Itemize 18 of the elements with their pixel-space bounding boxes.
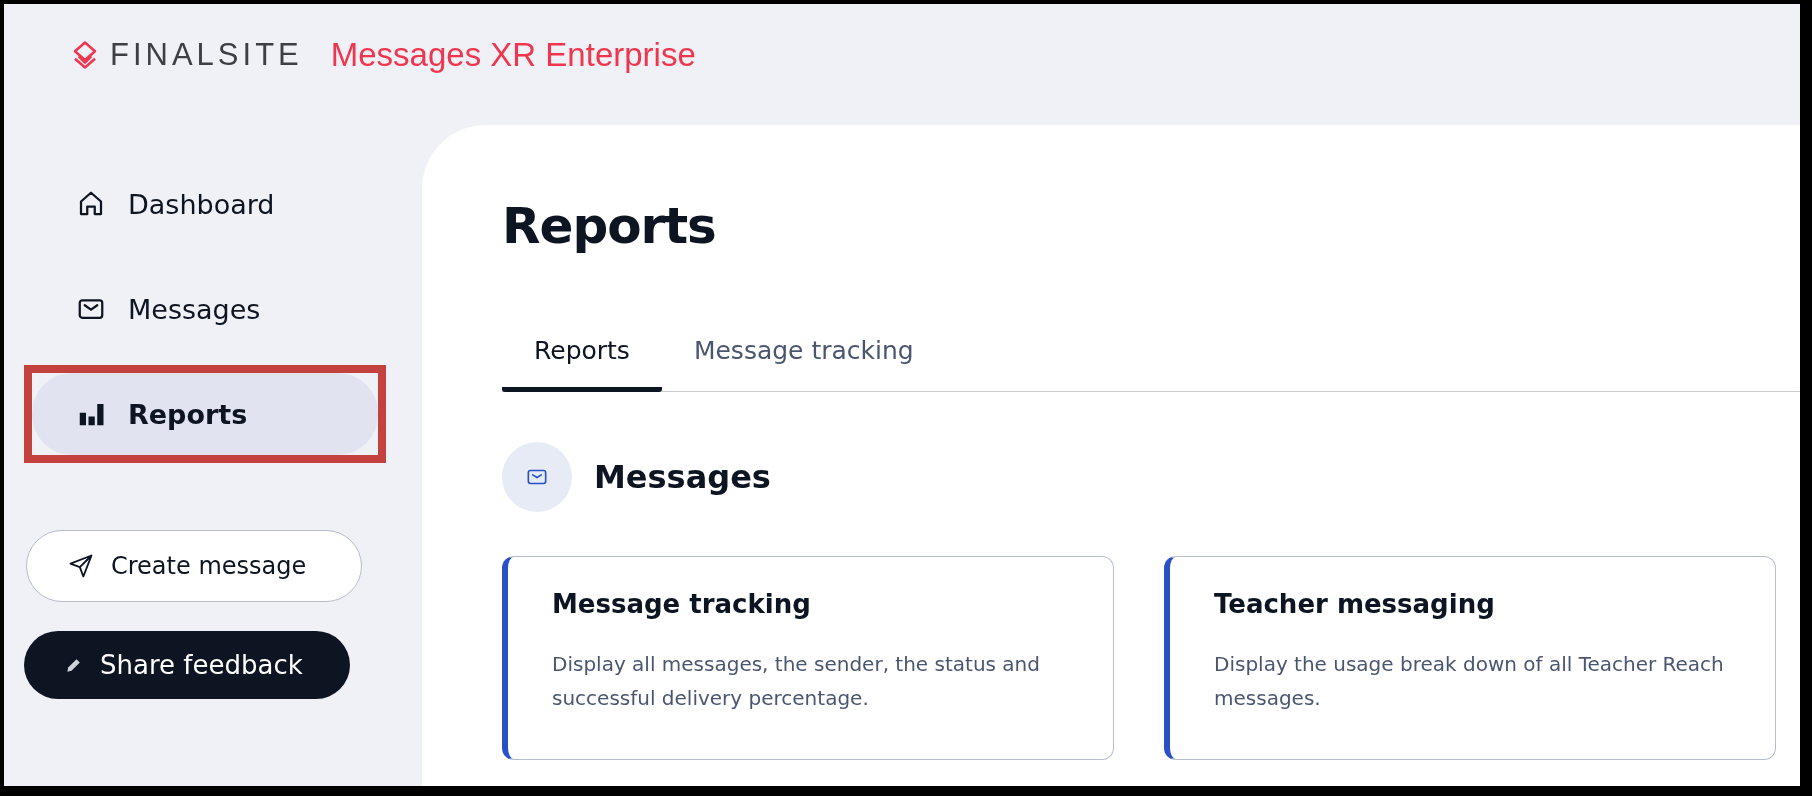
- tab[interactable]: Message tracking: [661, 324, 946, 392]
- card-description: Display the usage break down of all Teacher Reach messages.: [1214, 650, 1725, 712]
- sidebar-item[interactable]: Messages: [32, 268, 378, 350]
- card-description: Display all messages, the sender, the status and successful delivery percentage.: [552, 650, 1041, 712]
- card-title: Teacher messaging: [1214, 588, 1496, 619]
- send-icon: [67, 552, 95, 580]
- sidebar-item[interactable]: Dashboard: [32, 163, 378, 245]
- card-title: Message tracking: [552, 588, 812, 619]
- section-title: Messages: [594, 457, 771, 496]
- sidebar-item[interactable]: Reports: [32, 373, 378, 455]
- product-name: Messages XR Enterprise: [330, 35, 696, 74]
- page-title: Reports: [502, 197, 717, 255]
- tab[interactable]: Reports: [502, 324, 662, 392]
- report-card[interactable]: Teacher messaging Display the usage break down of all Teacher Reach messages.: [1164, 555, 1776, 760]
- brand-name: FINALSITE: [110, 36, 303, 73]
- feedback-button[interactable]: Share feedback: [24, 631, 350, 699]
- create-button[interactable]: Create message: [26, 530, 362, 602]
- report-card[interactable]: Message tracking Display all messages, the sender, the status and successful delivery percentage.: [502, 555, 1114, 760]
